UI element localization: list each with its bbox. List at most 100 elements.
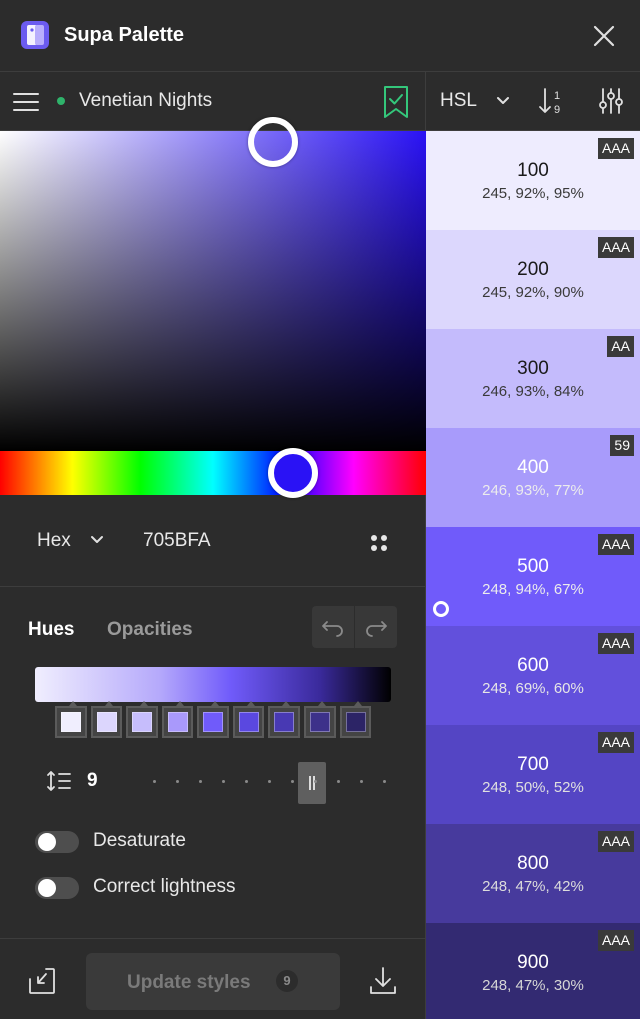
desaturate-row: Desaturate <box>35 828 415 856</box>
hue-swatch[interactable] <box>197 701 229 738</box>
contrast-badge: AAA <box>597 930 634 951</box>
slider-tick <box>337 780 340 783</box>
swatch-color <box>61 712 81 732</box>
update-styles-label: Update styles <box>127 972 251 993</box>
swatch-caret <box>140 701 149 706</box>
redo-icon <box>366 621 387 637</box>
bookmark-check-icon[interactable] <box>382 85 410 119</box>
desaturate-toggle[interactable] <box>35 831 79 853</box>
shade-name: 300 <box>517 358 549 379</box>
shade-hsl-values: 246, 93%, 84% <box>482 383 584 400</box>
toggle-knob <box>38 833 56 851</box>
swatch-color <box>203 712 224 732</box>
shade-row[interactable]: AAA 100 245, 92%, 95% <box>426 131 640 230</box>
redo-button[interactable] <box>355 606 397 648</box>
editor-panel: Venetian Nights Hex 705BFA Hues Opacitie… <box>0 72 426 1019</box>
hue-slider[interactable] <box>0 448 426 498</box>
swatch-caret <box>211 701 220 706</box>
update-count-badge: 9 <box>276 970 298 992</box>
sort-order-icon[interactable]: 1 9 <box>538 86 568 116</box>
hue-swatch[interactable] <box>339 701 372 738</box>
slider-tick <box>314 780 317 783</box>
contrast-badge: AAA <box>597 831 634 852</box>
swatch-color <box>274 712 295 732</box>
toggle-knob <box>38 879 56 897</box>
desaturate-label: Desaturate <box>93 830 186 851</box>
swatch-color <box>96 712 117 732</box>
contrast-badge: AAA <box>597 633 634 654</box>
title-bar: Supa Palette <box>0 0 640 72</box>
undo-button[interactable] <box>312 606 354 648</box>
contrast-badge: AAA <box>597 732 634 753</box>
shade-hsl-values: 248, 50%, 52% <box>482 779 584 796</box>
hue-swatch[interactable] <box>126 701 158 738</box>
shade-row[interactable]: AAA 200 245, 92%, 90% <box>426 230 640 329</box>
shades-toolbar: HSL 1 9 <box>426 72 640 131</box>
swatch-caret <box>104 701 113 706</box>
shade-name: 200 <box>517 259 549 280</box>
gradient-preview <box>35 667 391 702</box>
steps-slider-thumb[interactable] <box>298 762 326 804</box>
tab-hues[interactable]: Hues <box>28 619 74 641</box>
palette-name[interactable]: Venetian Nights <box>79 90 212 112</box>
selected-shade-marker <box>433 601 449 617</box>
color-format-select[interactable]: HSL <box>440 90 477 112</box>
sv-picker-handle[interactable] <box>248 117 298 167</box>
shade-row[interactable]: AAA 800 248, 47%, 42% <box>426 824 640 923</box>
shade-row[interactable]: AAA 600 248, 69%, 60% <box>426 626 640 725</box>
update-styles-button[interactable]: Update styles 9 <box>86 953 340 1010</box>
slider-tick <box>176 780 179 783</box>
hue-swatch[interactable] <box>268 701 300 738</box>
tab-opacities[interactable]: Opacities <box>107 619 193 641</box>
app-title: Supa Palette <box>64 24 185 46</box>
swatch-row <box>55 701 372 738</box>
shade-row[interactable]: 59 400 246, 93%, 77% <box>426 428 640 527</box>
swatch-color <box>309 712 330 732</box>
slider-tick <box>153 780 156 783</box>
shade-hsl-values: 248, 47%, 30% <box>482 977 584 994</box>
palette-toolbar: Venetian Nights <box>0 72 426 131</box>
correct-lightness-toggle[interactable] <box>35 877 79 899</box>
hue-swatch[interactable] <box>232 701 265 738</box>
steps-count: 9 <box>87 770 98 791</box>
swatch-picker-icon[interactable] <box>366 530 392 556</box>
shade-row[interactable]: AAA 500 248, 94%, 67% <box>426 527 640 626</box>
hue-swatch[interactable] <box>90 701 123 738</box>
hue-slider-handle[interactable] <box>268 448 318 498</box>
chevron-down-icon[interactable] <box>496 96 510 106</box>
swatch-color <box>345 712 366 732</box>
chevron-down-icon[interactable] <box>90 535 104 545</box>
swatch-color <box>238 712 259 732</box>
color-mode-select[interactable]: Hex <box>37 530 71 552</box>
contrast-badge: AAA <box>597 534 634 555</box>
close-icon[interactable] <box>588 20 620 52</box>
shade-row[interactable]: AAA 900 248, 47%, 30% <box>426 923 640 1019</box>
steps-row: 9 <box>0 758 426 804</box>
hamburger-menu-icon[interactable] <box>12 88 40 116</box>
correct-lightness-row: Correct lightness <box>35 874 415 902</box>
swatch-caret <box>317 701 326 706</box>
undo-icon <box>322 621 343 637</box>
shade-row[interactable]: AA 300 246, 93%, 84% <box>426 329 640 428</box>
swatch-caret <box>175 701 184 706</box>
hex-input[interactable]: 705BFA <box>143 530 211 552</box>
adjustments-icon[interactable] <box>598 86 624 116</box>
hue-swatch[interactable] <box>55 701 87 738</box>
hue-swatch[interactable] <box>303 701 336 738</box>
steps-slider[interactable] <box>150 760 390 804</box>
generator-tabs: Hues Opacities <box>0 606 426 650</box>
shade-name: 100 <box>517 160 549 181</box>
shade-name: 400 <box>517 457 549 478</box>
shade-row[interactable]: AAA 700 248, 50%, 52% <box>426 725 640 824</box>
slider-tick <box>245 780 248 783</box>
import-icon[interactable] <box>26 965 58 997</box>
shade-name: 700 <box>517 754 549 775</box>
saturation-value-picker[interactable] <box>0 117 426 451</box>
hue-swatch[interactable] <box>161 701 194 738</box>
download-icon[interactable] <box>368 965 398 997</box>
slider-tick <box>199 780 202 783</box>
svg-text:9: 9 <box>554 104 560 116</box>
swatch-caret <box>69 701 77 706</box>
shades-list: AAA 100 245, 92%, 95% AAA 200 245, 92%, 90% AA… <box>426 131 640 1019</box>
shade-hsl-values: 245, 92%, 90% <box>482 284 584 301</box>
